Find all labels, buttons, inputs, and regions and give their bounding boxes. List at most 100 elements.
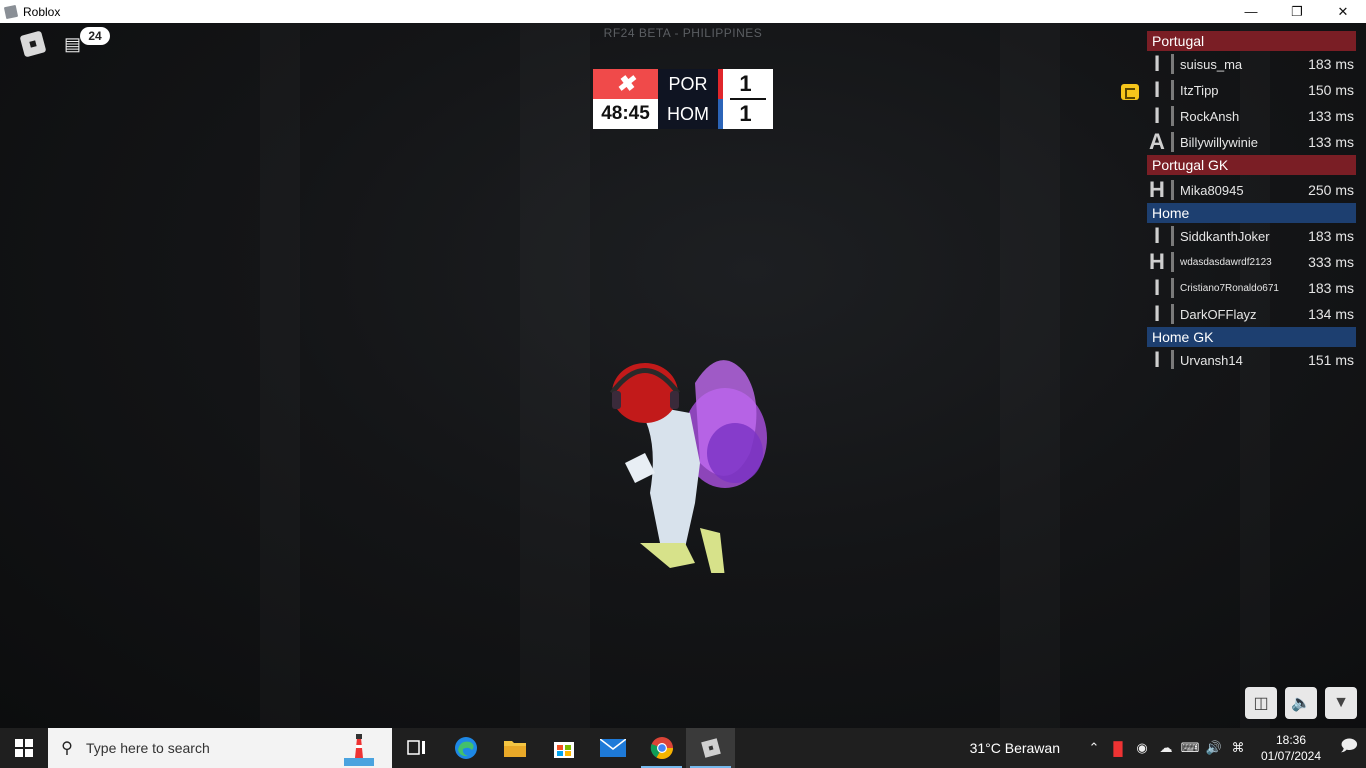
server-name: RF24 BETA - PHILIPPINES — [603, 26, 763, 40]
player-ping: 134 ms — [1308, 306, 1354, 322]
windows-logo-icon — [15, 739, 33, 757]
player-row[interactable]: I Urvansh14 151 ms — [1146, 347, 1356, 369]
role-icon: H — [1149, 249, 1165, 274]
speaker-icon[interactable]: 🔊 — [1202, 740, 1226, 756]
player-name: RockAnsh — [1180, 108, 1240, 124]
player-row[interactable]: A Billywillywinie 133 ms — [1146, 129, 1356, 155]
rain-streak — [520, 23, 590, 728]
team-header: Home GK — [1147, 327, 1356, 347]
player-row[interactable]: I DarkOFFlayz 134 ms — [1146, 301, 1356, 327]
player-name: SiddkanthJoker — [1180, 228, 1270, 244]
roblox-menu-icon[interactable] — [19, 30, 47, 58]
microsoft-store-button[interactable] — [539, 728, 588, 768]
volume-icon[interactable]: 🔈 — [1285, 687, 1317, 719]
player-name: Billywillywinie — [1180, 134, 1259, 150]
store-icon — [553, 742, 574, 758]
home-color-bar — [718, 69, 723, 99]
search-placeholder: Type here to search — [86, 740, 210, 756]
rain-streak — [260, 23, 300, 728]
player-row[interactable]: H wdasdasdawrdf2123 333 ms — [1146, 249, 1356, 275]
player-row[interactable]: I Cristiano7Ronaldo671 183 ms — [1146, 275, 1356, 301]
menu-triangle-icon[interactable]: ▼ — [1325, 687, 1357, 719]
search-icon: ⚲ — [61, 740, 73, 757]
file-explorer-button[interactable] — [490, 728, 539, 768]
roblox-icon — [700, 738, 721, 758]
player-ping: 183 ms — [1308, 280, 1354, 296]
player-row[interactable]: I RockAnsh 133 ms — [1146, 103, 1356, 129]
window-title: Roblox — [23, 4, 61, 19]
match-timer: 48:45 — [593, 99, 658, 129]
mail-button[interactable] — [588, 728, 637, 768]
away-color-bar — [718, 99, 723, 129]
home-score: 1 — [739, 71, 752, 96]
player-row[interactable]: H Mika80945 250 ms — [1146, 177, 1356, 203]
player-ping: 133 ms — [1308, 108, 1354, 124]
roblox-app-icon — [3, 4, 19, 19]
start-button[interactable] — [0, 728, 48, 768]
close-button[interactable]: ✕ — [1320, 0, 1366, 23]
roblox-taskbar-button[interactable] — [686, 728, 735, 768]
player-list: Portugal I suisus_ma 183 ms I ItzTipp 15… — [1146, 31, 1356, 369]
chevron-up-icon[interactable]: ⌃ — [1082, 740, 1106, 756]
player-name: Cristiano7Ronaldo671 — [1180, 282, 1279, 294]
scoreboard: ✖ 48:45 POR HOM 1 1 — [593, 69, 773, 129]
team-header: Portugal — [1147, 31, 1356, 51]
clock-time: 18:36 — [1275, 733, 1307, 747]
player-name: wdasdasdawrdf2123 — [1180, 256, 1272, 268]
window-controls: — ❐ ✕ — [1228, 0, 1366, 23]
score-divider — [730, 98, 766, 100]
lighthouse-icon — [344, 734, 374, 766]
team-header: Portugal GK — [1147, 155, 1356, 175]
role-icon: I — [1153, 347, 1161, 370]
chrome-icon — [650, 737, 673, 759]
backpack-icon[interactable]: ◫ — [1245, 687, 1277, 719]
player-name: Urvansh14 — [1180, 352, 1243, 368]
chrome-button[interactable] — [637, 728, 686, 768]
weather-widget[interactable]: 31°C Berawan — [970, 740, 1060, 756]
folder-icon — [503, 741, 526, 757]
clock-date: 01/07/2024 — [1260, 749, 1322, 763]
player-ping: 150 ms — [1308, 82, 1354, 98]
team-header: Home — [1147, 203, 1356, 223]
away-team-abbr: HOM — [667, 104, 709, 124]
role-icon: I — [1153, 301, 1161, 326]
cloud-icon[interactable]: ☁ — [1154, 740, 1178, 756]
crown-icon — [1121, 84, 1139, 100]
role-icon: A — [1149, 129, 1165, 154]
chat-badge: 24 — [80, 27, 110, 45]
player-row[interactable]: I suisus_ma 183 ms — [1146, 51, 1356, 77]
player-name: suisus_ma — [1180, 56, 1243, 72]
edge-icon — [454, 737, 477, 759]
role-icon: I — [1153, 223, 1161, 248]
camera-icon[interactable]: ◉ — [1130, 740, 1154, 756]
player-ping: 183 ms — [1308, 228, 1354, 244]
wifi-icon[interactable]: ⌘ — [1226, 740, 1250, 756]
role-icon: I — [1153, 51, 1161, 76]
player-ping: 250 ms — [1308, 182, 1354, 198]
league-logo-icon: ✖ — [593, 69, 658, 99]
notification-icon[interactable]: 🗩 — [1332, 735, 1366, 762]
task-view-button[interactable] — [392, 728, 441, 768]
mail-icon — [599, 739, 626, 757]
game-viewport[interactable]: ▤ 24 RF24 BETA - PHILIPPINES ✖ 48:45 POR… — [0, 23, 1366, 728]
role-icon: I — [1153, 77, 1161, 102]
player-ping: 133 ms — [1308, 134, 1354, 150]
edge-button[interactable] — [441, 728, 490, 768]
role-icon: H — [1149, 177, 1165, 202]
audio-meter-icon[interactable]: █ — [1106, 741, 1130, 756]
clock[interactable]: 18:36 01/07/2024 — [1250, 732, 1332, 764]
player-name: Mika80945 — [1180, 182, 1244, 198]
role-icon: I — [1153, 275, 1161, 300]
player-row[interactable]: I SiddkanthJoker 183 ms — [1146, 223, 1356, 249]
player-name: DarkOFFlayz — [1180, 306, 1257, 322]
taskbar: ⚲ Type here to search 31°C Berawan ⌃ █ ◉… — [0, 728, 1366, 768]
role-icon: I — [1153, 103, 1161, 128]
player-row[interactable]: I ItzTipp 150 ms — [1146, 77, 1356, 103]
minimize-button[interactable]: — — [1228, 0, 1274, 23]
player-name: ItzTipp — [1180, 82, 1219, 98]
maximize-button[interactable]: ❐ — [1274, 0, 1320, 23]
taskbar-search-box[interactable]: ⚲ Type here to search — [48, 728, 392, 768]
ime-icon[interactable]: ⌨ — [1178, 740, 1202, 756]
window-titlebar: Roblox — ❐ ✕ — [0, 0, 1366, 23]
task-view-icon — [406, 740, 425, 755]
